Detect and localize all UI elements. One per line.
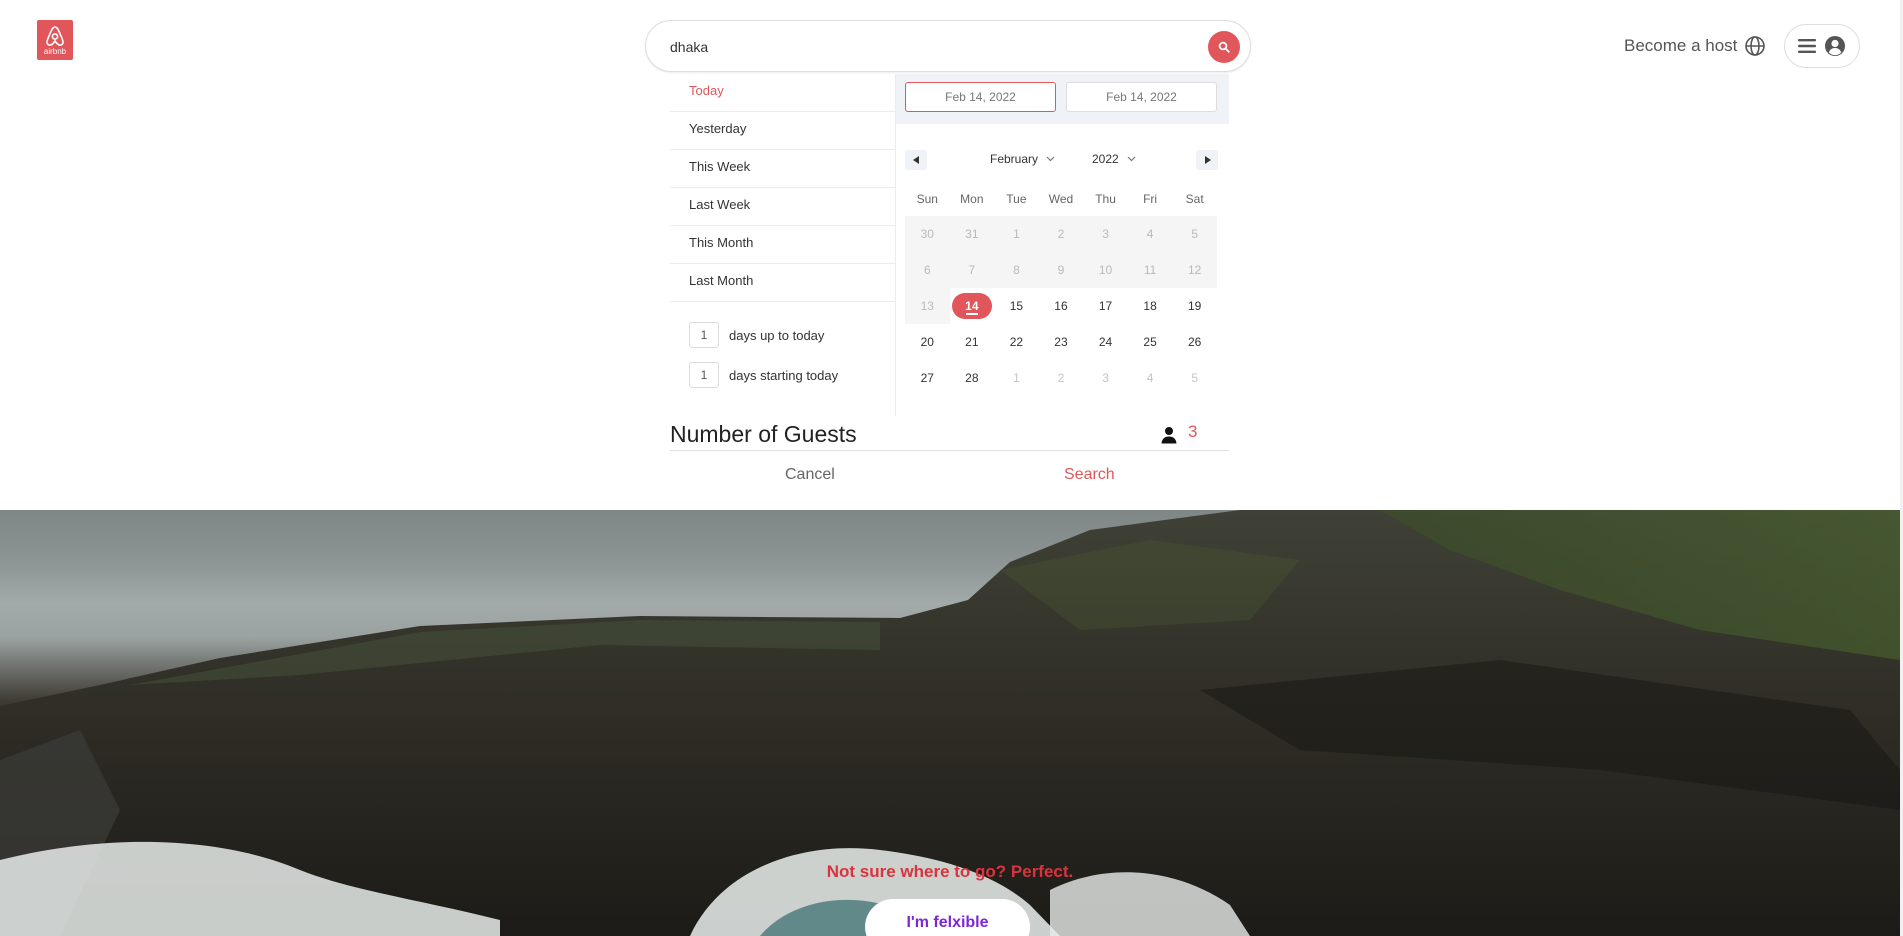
month-label: February	[990, 152, 1039, 166]
person-icon	[1161, 427, 1177, 444]
calendar-day: 3	[1083, 216, 1128, 252]
calendar-panel: Feb 14, 2022 Feb 14, 2022 February 2022 …	[896, 74, 1229, 416]
search-bar[interactable]	[645, 20, 1251, 72]
calendar-day-next-month[interactable]: 4	[1128, 360, 1173, 396]
im-flexible-button[interactable]: I'm felxible	[865, 899, 1030, 936]
calendar-day: 2	[1038, 216, 1084, 252]
calendar-day[interactable]: 17	[1083, 288, 1128, 324]
range-this-week[interactable]: This Week	[670, 150, 895, 188]
chevron-down-icon	[1127, 156, 1136, 162]
calendar-day: 31	[949, 216, 995, 252]
weekday-label: Tue	[1006, 192, 1027, 206]
hero-banner: Not sure where to go? Perfect. I'm felxi…	[0, 510, 1900, 936]
range-last-month[interactable]: Last Month	[670, 264, 895, 302]
calendar-day: 4	[1127, 216, 1173, 252]
calendar-day[interactable]: 28	[950, 360, 995, 396]
range-this-month[interactable]: This Month	[670, 226, 895, 264]
search-input[interactable]	[668, 31, 1172, 63]
search-submit-button[interactable]: Search	[1064, 466, 1115, 484]
guests-row: Number of Guests 3	[670, 420, 1229, 451]
calendar-day: 30	[905, 216, 950, 252]
weekday-label: Fri	[1143, 192, 1158, 206]
calendar-day: 6	[905, 252, 950, 288]
calendar-day-next-month[interactable]: 3	[1083, 360, 1128, 396]
days-up-to-today-row: 1 days up to today	[689, 321, 824, 349]
weekday-label: Wed	[1048, 192, 1074, 206]
calendar-day: 11	[1127, 252, 1173, 288]
range-today[interactable]: Today	[670, 74, 895, 112]
calendar-day[interactable]: 25	[1128, 324, 1173, 360]
calendar-day-selected[interactable]: 14	[950, 288, 995, 324]
calendar-day[interactable]: 15	[994, 288, 1039, 324]
range-yesterday[interactable]: Yesterday	[670, 112, 895, 150]
calendar-day[interactable]: 27	[905, 360, 950, 396]
hero-tagline: Not sure where to go? Perfect.	[826, 862, 1074, 881]
weekday-label: Mon	[960, 192, 984, 206]
guests-title: Number of Guests	[670, 421, 857, 447]
user-circle-icon	[1825, 36, 1845, 56]
calendar-day[interactable]: 22	[994, 324, 1039, 360]
year-label: 2022	[1092, 152, 1119, 166]
search-button[interactable]	[1208, 31, 1240, 63]
year-select[interactable]: 2022	[1092, 152, 1136, 166]
calendar-day: 8	[994, 252, 1039, 288]
globe-icon[interactable]	[1744, 35, 1766, 57]
days-starting-today-label: days starting today	[729, 367, 839, 383]
date-range-presets: Today Yesterday This Week Last Week This…	[670, 74, 895, 388]
triangle-left-icon	[912, 156, 919, 164]
calendar-day[interactable]: 19	[1172, 288, 1217, 324]
logo-text: airbnb	[43, 46, 67, 56]
calendar-day-next-month[interactable]: 2	[1039, 360, 1084, 396]
calendar-day[interactable]: 24	[1083, 324, 1128, 360]
calendar-day: 5	[1172, 216, 1217, 252]
days-up-to-today-label: days up to today	[729, 327, 825, 343]
days-starting-today-row: 1 days starting today	[689, 361, 838, 389]
weekday-label: Sat	[1185, 192, 1204, 206]
search-icon	[1218, 41, 1230, 53]
profile-menu-button[interactable]	[1784, 24, 1860, 68]
calendar-day: 9	[1038, 252, 1084, 288]
weekday-label: Thu	[1095, 192, 1116, 206]
hamburger-icon	[1798, 39, 1816, 53]
triangle-right-icon	[1204, 156, 1211, 164]
calendar-days: 30 31 1 2 3 4 5 6 7 8 9 10 11 12 13 14 1…	[905, 216, 1217, 396]
weekday-label: Sun	[916, 192, 938, 206]
calendar-day[interactable]: 23	[1039, 324, 1084, 360]
calendar-day: 7	[949, 252, 995, 288]
calendar-day-next-month[interactable]: 1	[994, 360, 1039, 396]
calendar-day-next-month[interactable]: 5	[1172, 360, 1217, 396]
calendar-day: 10	[1083, 252, 1128, 288]
weekday-header: Sun Mon Tue Wed Thu Fri Sat	[905, 192, 1217, 206]
airbnb-logo[interactable]: airbnb	[37, 20, 73, 60]
date-display: Feb 14, 2022 Feb 14, 2022	[896, 74, 1229, 124]
airbnb-logo-icon	[46, 25, 64, 46]
calendar-day[interactable]: 18	[1128, 288, 1173, 324]
calendar-day: 1	[994, 216, 1039, 252]
chevron-down-icon	[1046, 156, 1055, 162]
next-month-button[interactable]	[1196, 150, 1218, 170]
calendar-day[interactable]: 21	[950, 324, 995, 360]
prev-month-button[interactable]	[905, 150, 927, 170]
calendar-day[interactable]: 20	[905, 324, 950, 360]
days-starting-today-input[interactable]: 1	[689, 362, 719, 388]
become-host-link[interactable]: Become a host	[1624, 36, 1737, 56]
calendar-day[interactable]: 16	[1039, 288, 1084, 324]
guests-count[interactable]: 3	[1188, 422, 1197, 442]
calendar-day[interactable]: 26	[1172, 324, 1217, 360]
calendar-day: 12	[1172, 252, 1217, 288]
range-last-week[interactable]: Last Week	[670, 188, 895, 226]
calendar-day: 13	[905, 288, 950, 324]
cancel-button[interactable]: Cancel	[785, 466, 835, 484]
end-date-field[interactable]: Feb 14, 2022	[1066, 82, 1217, 112]
days-up-to-today-input[interactable]: 1	[689, 322, 719, 348]
month-select[interactable]: February	[990, 152, 1055, 166]
start-date-field[interactable]: Feb 14, 2022	[905, 82, 1056, 112]
